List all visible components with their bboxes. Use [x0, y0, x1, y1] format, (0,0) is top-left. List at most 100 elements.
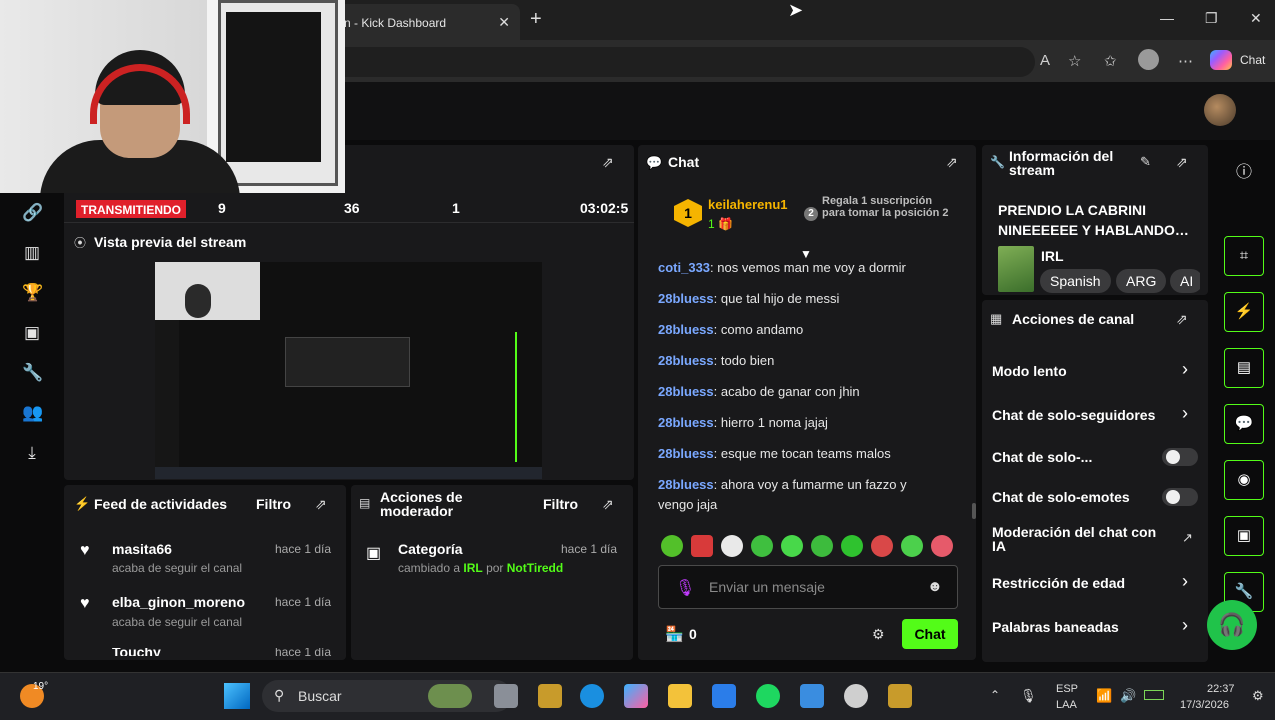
lang-line2[interactable]: LAA: [1056, 699, 1077, 711]
taskbar-search[interactable]: ⚲ Buscar: [262, 680, 512, 712]
microphone-icon[interactable]: 🎙: [675, 578, 695, 598]
notification-icon[interactable]: ⚙: [1252, 688, 1264, 704]
video-library-icon[interactable]: ▣: [22, 323, 42, 343]
clock-time[interactable]: 22:37: [1207, 683, 1235, 695]
trophy-icon[interactable]: 🏆: [22, 283, 43, 303]
maximize-icon[interactable]: ❐: [1205, 10, 1218, 27]
wrench-icon[interactable]: 🔧: [22, 363, 43, 383]
emote-icon[interactable]: [781, 535, 803, 557]
popout-icon[interactable]: ⇗: [602, 154, 614, 171]
quick-chat-button[interactable]: 💬: [1224, 404, 1264, 444]
age-restriction-action[interactable]: Restricción de edad: [992, 575, 1125, 591]
start-windows-icon[interactable]: [224, 683, 250, 709]
minimize-icon[interactable]: —: [1160, 10, 1174, 26]
edit-pencil-icon[interactable]: ✎: [1140, 154, 1151, 170]
ai-moderation-action[interactable]: Moderación del chat con IA: [992, 525, 1162, 553]
chevron-right-icon[interactable]: ›: [1182, 571, 1188, 592]
chat-username[interactable]: 28bluess: [658, 477, 714, 492]
emote-icon[interactable]: [931, 535, 953, 557]
user-avatar[interactable]: [1204, 94, 1236, 126]
chat-username[interactable]: 28bluess: [658, 446, 714, 461]
popout-icon[interactable]: ⇗: [1176, 311, 1188, 328]
chat-username[interactable]: 28bluess: [658, 353, 714, 368]
top-gifter-user[interactable]: keilaherenu1: [708, 197, 788, 212]
slow-mode-action[interactable]: Modo lento: [992, 363, 1067, 379]
task-view-icon[interactable]: [494, 684, 518, 708]
close-window-icon[interactable]: ✕: [1250, 10, 1262, 27]
chat-message-input[interactable]: 🎙 Enviar un mensaje ☻: [658, 565, 958, 609]
chevron-up-icon[interactable]: ⌃: [990, 688, 1000, 702]
mod-filter-button[interactable]: Filtro: [543, 496, 578, 512]
subs-only-toggle[interactable]: [1162, 448, 1198, 466]
download-icon[interactable]: ⤓: [22, 443, 42, 463]
favorites-icon[interactable]: ✩: [1104, 52, 1117, 70]
favorite-star-icon[interactable]: ☆: [1068, 52, 1081, 70]
widget-thumbnail[interactable]: [428, 684, 472, 708]
popout-icon[interactable]: ⇗: [1176, 154, 1188, 171]
tag-chip[interactable]: AI: [1170, 269, 1200, 293]
browser-tab[interactable]: n - Kick Dashboard ✕: [330, 4, 520, 40]
quick-bolt-button[interactable]: ⚡: [1224, 292, 1264, 332]
chevron-right-icon[interactable]: ›: [1182, 403, 1188, 424]
banned-words-action[interactable]: Palabras baneadas: [992, 619, 1119, 635]
analytics-icon[interactable]: ▥: [22, 243, 42, 263]
tag-chip[interactable]: Spanish: [1040, 269, 1111, 293]
quick-camera-button[interactable]: ▣: [1224, 516, 1264, 556]
microphone-icon[interactable]: 🎙: [1020, 688, 1037, 704]
read-aloud-icon[interactable]: A: [1040, 52, 1050, 69]
copilot-chat-button[interactable]: Chat: [1240, 53, 1265, 67]
chat-username[interactable]: 28bluess: [658, 291, 714, 306]
activity-user[interactable]: Touchy: [112, 648, 161, 656]
emoji-picker-icon[interactable]: ☻: [927, 578, 943, 595]
activity-user[interactable]: masita66: [112, 541, 172, 557]
users-icon[interactable]: 👥: [22, 403, 43, 423]
emote-icon[interactable]: [871, 535, 893, 557]
moderator-name[interactable]: NotTiredd: [507, 561, 563, 575]
chevron-right-icon[interactable]: ›: [1182, 359, 1188, 380]
link-icon[interactable]: 🔗: [22, 203, 43, 223]
quick-broadcast-button[interactable]: ◉: [1224, 460, 1264, 500]
file-explorer-icon[interactable]: [668, 684, 692, 708]
profile-avatar-icon[interactable]: [1138, 49, 1159, 70]
emote-icon[interactable]: [901, 535, 923, 557]
lang-line1[interactable]: ESP: [1056, 683, 1078, 695]
chat-username[interactable]: 28bluess: [658, 384, 714, 399]
address-bar[interactable]: [330, 47, 1035, 77]
emotes-only-toggle[interactable]: [1162, 488, 1198, 506]
popout-icon[interactable]: ⇗: [946, 154, 958, 171]
quick-notes-button[interactable]: ▤: [1224, 348, 1264, 388]
chat-username[interactable]: 28bluess: [658, 322, 714, 337]
info-icon[interactable]: ⓘ: [1236, 158, 1252, 182]
popout-icon[interactable]: ⇗: [602, 496, 614, 513]
category-name[interactable]: IRL: [463, 561, 482, 575]
chat-scrollbar[interactable]: [972, 503, 976, 519]
battery-icon[interactable]: [1144, 690, 1164, 700]
chat-username[interactable]: coti_333: [658, 260, 710, 275]
quick-clip-button[interactable]: ⌗: [1224, 236, 1264, 276]
emote-icon[interactable]: [751, 535, 773, 557]
spotify-icon[interactable]: [756, 684, 780, 708]
emote-icon[interactable]: [841, 535, 863, 557]
stream-preview-video[interactable]: [155, 262, 542, 479]
chat-settings-icon[interactable]: ⚙: [872, 626, 885, 643]
more-menu-icon[interactable]: ⋯: [1178, 52, 1193, 70]
activity-user[interactable]: elba_ginon_moreno: [112, 594, 245, 610]
clock-date[interactable]: 17/3/2026: [1180, 699, 1229, 711]
chevron-right-icon[interactable]: ›: [1182, 615, 1188, 636]
edge-icon[interactable]: [580, 684, 604, 708]
app-icon[interactable]: [888, 684, 912, 708]
emote-icon[interactable]: [661, 535, 683, 557]
activity-filter-button[interactable]: Filtro: [256, 496, 291, 512]
emote-icon[interactable]: [811, 535, 833, 557]
new-tab-button[interactable]: +: [530, 8, 542, 31]
copilot-app-icon[interactable]: [624, 684, 648, 708]
support-headset-button[interactable]: 🎧: [1207, 600, 1257, 650]
emote-icon[interactable]: [691, 535, 713, 557]
app-icon[interactable]: [538, 684, 562, 708]
emote-icon[interactable]: [721, 535, 743, 557]
volume-icon[interactable]: 🔊: [1120, 688, 1136, 704]
close-tab-icon[interactable]: ✕: [498, 14, 510, 31]
chat-username[interactable]: 28bluess: [658, 415, 714, 430]
copilot-icon[interactable]: [1210, 50, 1232, 70]
wifi-icon[interactable]: 📶: [1096, 688, 1112, 704]
